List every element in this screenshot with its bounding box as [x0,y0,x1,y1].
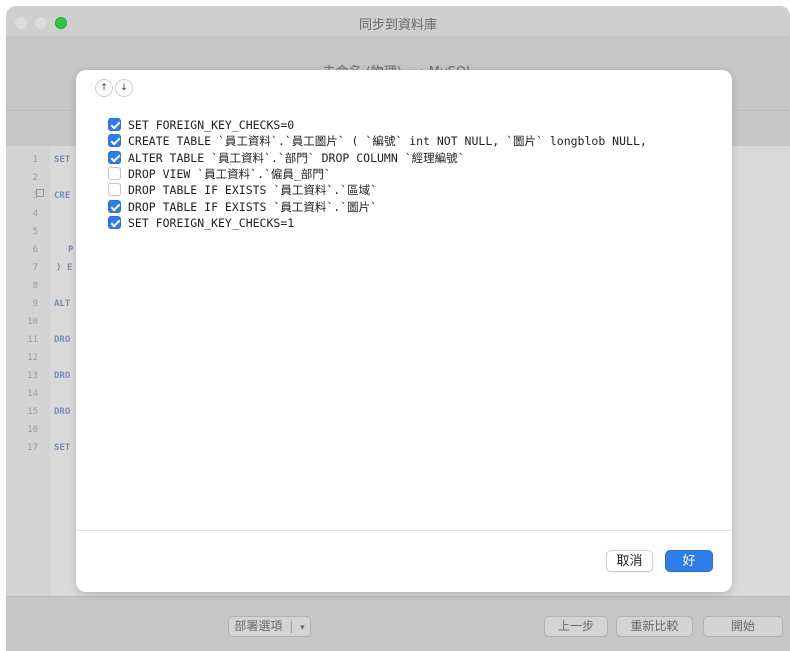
line-number: 11 [27,335,38,345]
statement-selection-sheet: ↑ ↓ SET FOREIGN_KEY_CHECKS=0 CREATE TABLE… [76,70,732,592]
statement-checkbox[interactable] [108,216,121,229]
move-up-button[interactable]: ↑ [95,79,113,97]
statement-checkbox[interactable] [108,134,121,147]
code-line: CRE [54,191,71,201]
code-line: ALT [54,299,71,309]
line-number: 17 [27,443,38,453]
title-bar: 同步到資料庫 [6,6,790,37]
line-number: 13 [27,371,38,381]
cancel-button[interactable]: 取消 [606,550,653,572]
statement-checkbox[interactable] [108,151,121,164]
move-down-button[interactable]: ↓ [115,79,133,97]
code-line: DRO [54,407,71,417]
code-line: SET [54,155,71,165]
statement-text: DROP TABLE IF EXISTS `員工資料`.`圖片` [128,200,378,214]
recompare-button[interactable]: 重新比較 [616,616,693,637]
code-line: DRO [54,371,71,381]
divider: | [289,619,294,633]
ok-button[interactable]: 好 [665,550,713,572]
statement-text: SET FOREIGN_KEY_CHECKS=0 [128,118,295,132]
line-number: 7 [32,263,38,273]
statement-checkbox[interactable] [108,183,121,196]
window-title: 同步到資料庫 [358,18,437,33]
arrow-down-icon: ↓ [120,83,128,93]
line-number: 12 [27,353,38,363]
line-number-gutter: 1 2 3 4 5 6 7 8 9 10 11 12 13 14 15 16 1… [6,146,50,596]
statement-text: DROP TABLE IF EXISTS `員工資料`.`區域` [128,183,378,197]
line-number: 16 [27,425,38,435]
line-number: 8 [32,281,38,291]
previous-step-button[interactable]: 上一步 [544,616,608,637]
start-button[interactable]: 開始 [703,616,783,637]
deploy-options-button[interactable]: 部署選項 | ▾ [228,616,311,637]
line-number: 6 [32,245,38,255]
bottom-toolbar: 部署選項 | ▾ 上一步 重新比較 開始 [6,596,790,651]
line-number: 9 [32,299,38,309]
code-line: ) E [56,263,73,273]
statement-text: ALTER TABLE `員工資料`.`部門` DROP COLUMN `經理編… [128,151,465,165]
code-line: P [68,245,74,255]
code-line: DRO [54,335,71,345]
statement-text: CREATE TABLE `員工資料`.`員工圖片` ( `編號` int NO… [128,134,647,148]
statement-text: DROP VIEW `員工資料`.`僱員_部門` [128,167,331,181]
line-number: 15 [27,407,38,417]
line-number: 2 [32,173,38,183]
statement-checkbox[interactable] [108,118,121,131]
line-number: 10 [27,317,38,327]
chevron-down-icon: ▾ [300,623,305,633]
divider [76,530,732,531]
line-number: 14 [27,389,38,399]
arrow-up-icon: ↑ [100,83,108,93]
line-number: 4 [32,209,38,219]
statement-checkbox[interactable] [108,167,121,180]
line-number: 5 [32,227,38,237]
deploy-options-label: 部署選項 [234,619,283,633]
statement-text: SET FOREIGN_KEY_CHECKS=1 [128,216,295,230]
line-number: 3 [32,191,38,201]
code-line: SET [54,443,71,453]
statement-checkbox[interactable] [108,200,121,213]
line-number: 1 [32,155,38,165]
fold-toggle-icon[interactable] [36,189,44,197]
